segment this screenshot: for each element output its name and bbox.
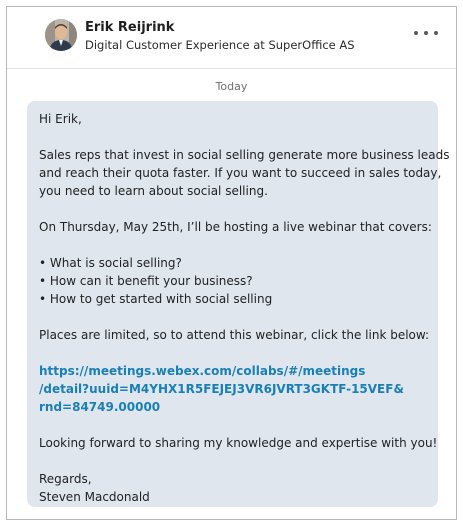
message-bubble: Hi Erik, Sales reps that invest in socia… [27,101,450,507]
date-divider: Today [215,80,248,93]
more-options-button[interactable] [414,25,438,41]
avatar[interactable] [45,19,77,51]
message-signoff: Regards, [39,472,92,486]
ellipsis-icon [414,31,418,35]
ellipsis-icon [434,31,438,35]
conversation-header: Erik Reijrink Digital Customer Experienc… [7,7,456,69]
message-greeting: Hi Erik, [39,112,82,126]
bullet-item: • How can it benefit your business? [39,274,253,288]
message-text: and reach their quota faster. If you wan… [39,166,442,180]
message-text: Places are limited, so to attend this we… [39,328,430,342]
message-signature: Steven Macdonald [39,490,150,504]
bullet-item: • What is social selling? [39,256,182,270]
sender-name[interactable]: Erik Reijrink [85,20,174,35]
ellipsis-icon [424,31,428,35]
webinar-link[interactable]: rnd=84749.00000 [39,398,426,416]
sender-headline: Digital Customer Experience at SuperOffi… [85,38,355,52]
bullet-item: • How to get started with social selling [39,292,273,306]
profile-photo-icon [45,19,77,51]
webinar-link[interactable]: https://meetings.webex.com/collabs/#/mee… [39,362,426,380]
message-text: you need to learn about social selling. [39,184,268,198]
message-text: Looking forward to sharing my knowledge … [39,436,438,450]
message-text: On Thursday, May 25th, I’ll be hosting a… [39,220,432,234]
message-text: Sales reps that invest in social selling… [39,148,450,162]
message-window: Erik Reijrink Digital Customer Experienc… [6,6,457,520]
webinar-link[interactable]: /detail?uuid=M4YHX1R5FEJEJ3VR6JVRT3GKTF-… [39,380,426,398]
